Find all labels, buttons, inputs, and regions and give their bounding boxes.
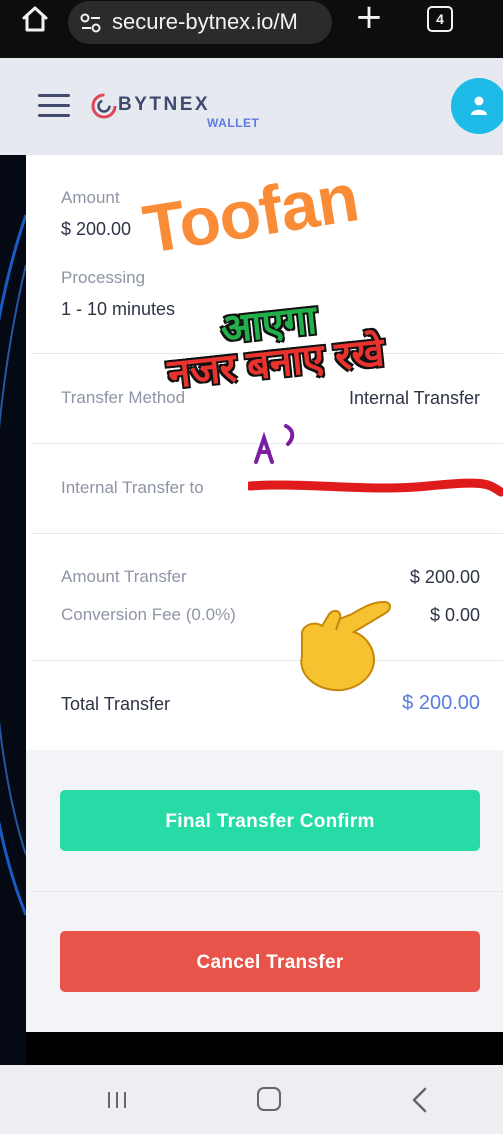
home-nav-icon[interactable] <box>257 1087 281 1111</box>
address-bar[interactable]: secure-bytnex.io/M <box>68 1 332 44</box>
amount-transfer-label: Amount Transfer <box>61 567 187 586</box>
site-settings-icon[interactable] <box>80 12 102 34</box>
transfer-method-label: Transfer Method <box>61 388 186 407</box>
logo-text: BYTNEX <box>118 94 211 115</box>
conversion-fee-label: Conversion Fee (0.0%) <box>61 605 236 624</box>
amount-transfer-value: $ 200.00 <box>409 567 480 587</box>
divider <box>32 891 503 892</box>
total-transfer-value: $ 200.00 <box>402 692 480 714</box>
back-icon[interactable] <box>410 1087 430 1113</box>
background-graphic <box>0 155 26 1065</box>
final-transfer-confirm-button[interactable]: Final Transfer Confirm <box>60 790 480 851</box>
pointing-hand-icon <box>300 600 391 692</box>
divider <box>32 660 503 661</box>
processing-value: 1 - 10 minutes <box>61 299 176 319</box>
url-text[interactable]: secure-bytnex.io/M <box>112 9 298 35</box>
amount-value: $ 200.00 <box>61 219 132 239</box>
processing-label: Processing <box>61 268 146 287</box>
transfer-method-value: Internal Transfer <box>348 388 480 408</box>
system-navigation-bar <box>0 1065 503 1134</box>
menu-icon[interactable] <box>38 94 70 118</box>
redaction-scribble <box>248 478 503 497</box>
browser-toolbar: secure-bytnex.io/M + 4 <box>0 0 503 58</box>
cancel-transfer-button[interactable]: Cancel Transfer <box>60 931 480 992</box>
conversion-fee-value: $ 0.00 <box>429 605 480 625</box>
transfer-to-label: Internal Transfer to <box>61 478 204 497</box>
amount-label: Amount <box>61 188 120 207</box>
user-account-button[interactable] <box>451 78 503 134</box>
bytnex-logo-icon <box>91 93 117 119</box>
recent-apps-icon[interactable] <box>106 1091 128 1109</box>
user-icon <box>471 96 487 115</box>
site-header: BYTNEX WALLET <box>0 58 503 155</box>
signature-mark <box>254 424 295 464</box>
home-icon[interactable] <box>20 4 50 34</box>
logo-subtext: WALLET <box>207 116 260 130</box>
new-tab-button[interactable]: + <box>352 0 386 34</box>
total-transfer-label: Total Transfer <box>61 694 171 714</box>
divider <box>32 533 503 534</box>
tab-count-button[interactable]: 4 <box>427 6 453 32</box>
